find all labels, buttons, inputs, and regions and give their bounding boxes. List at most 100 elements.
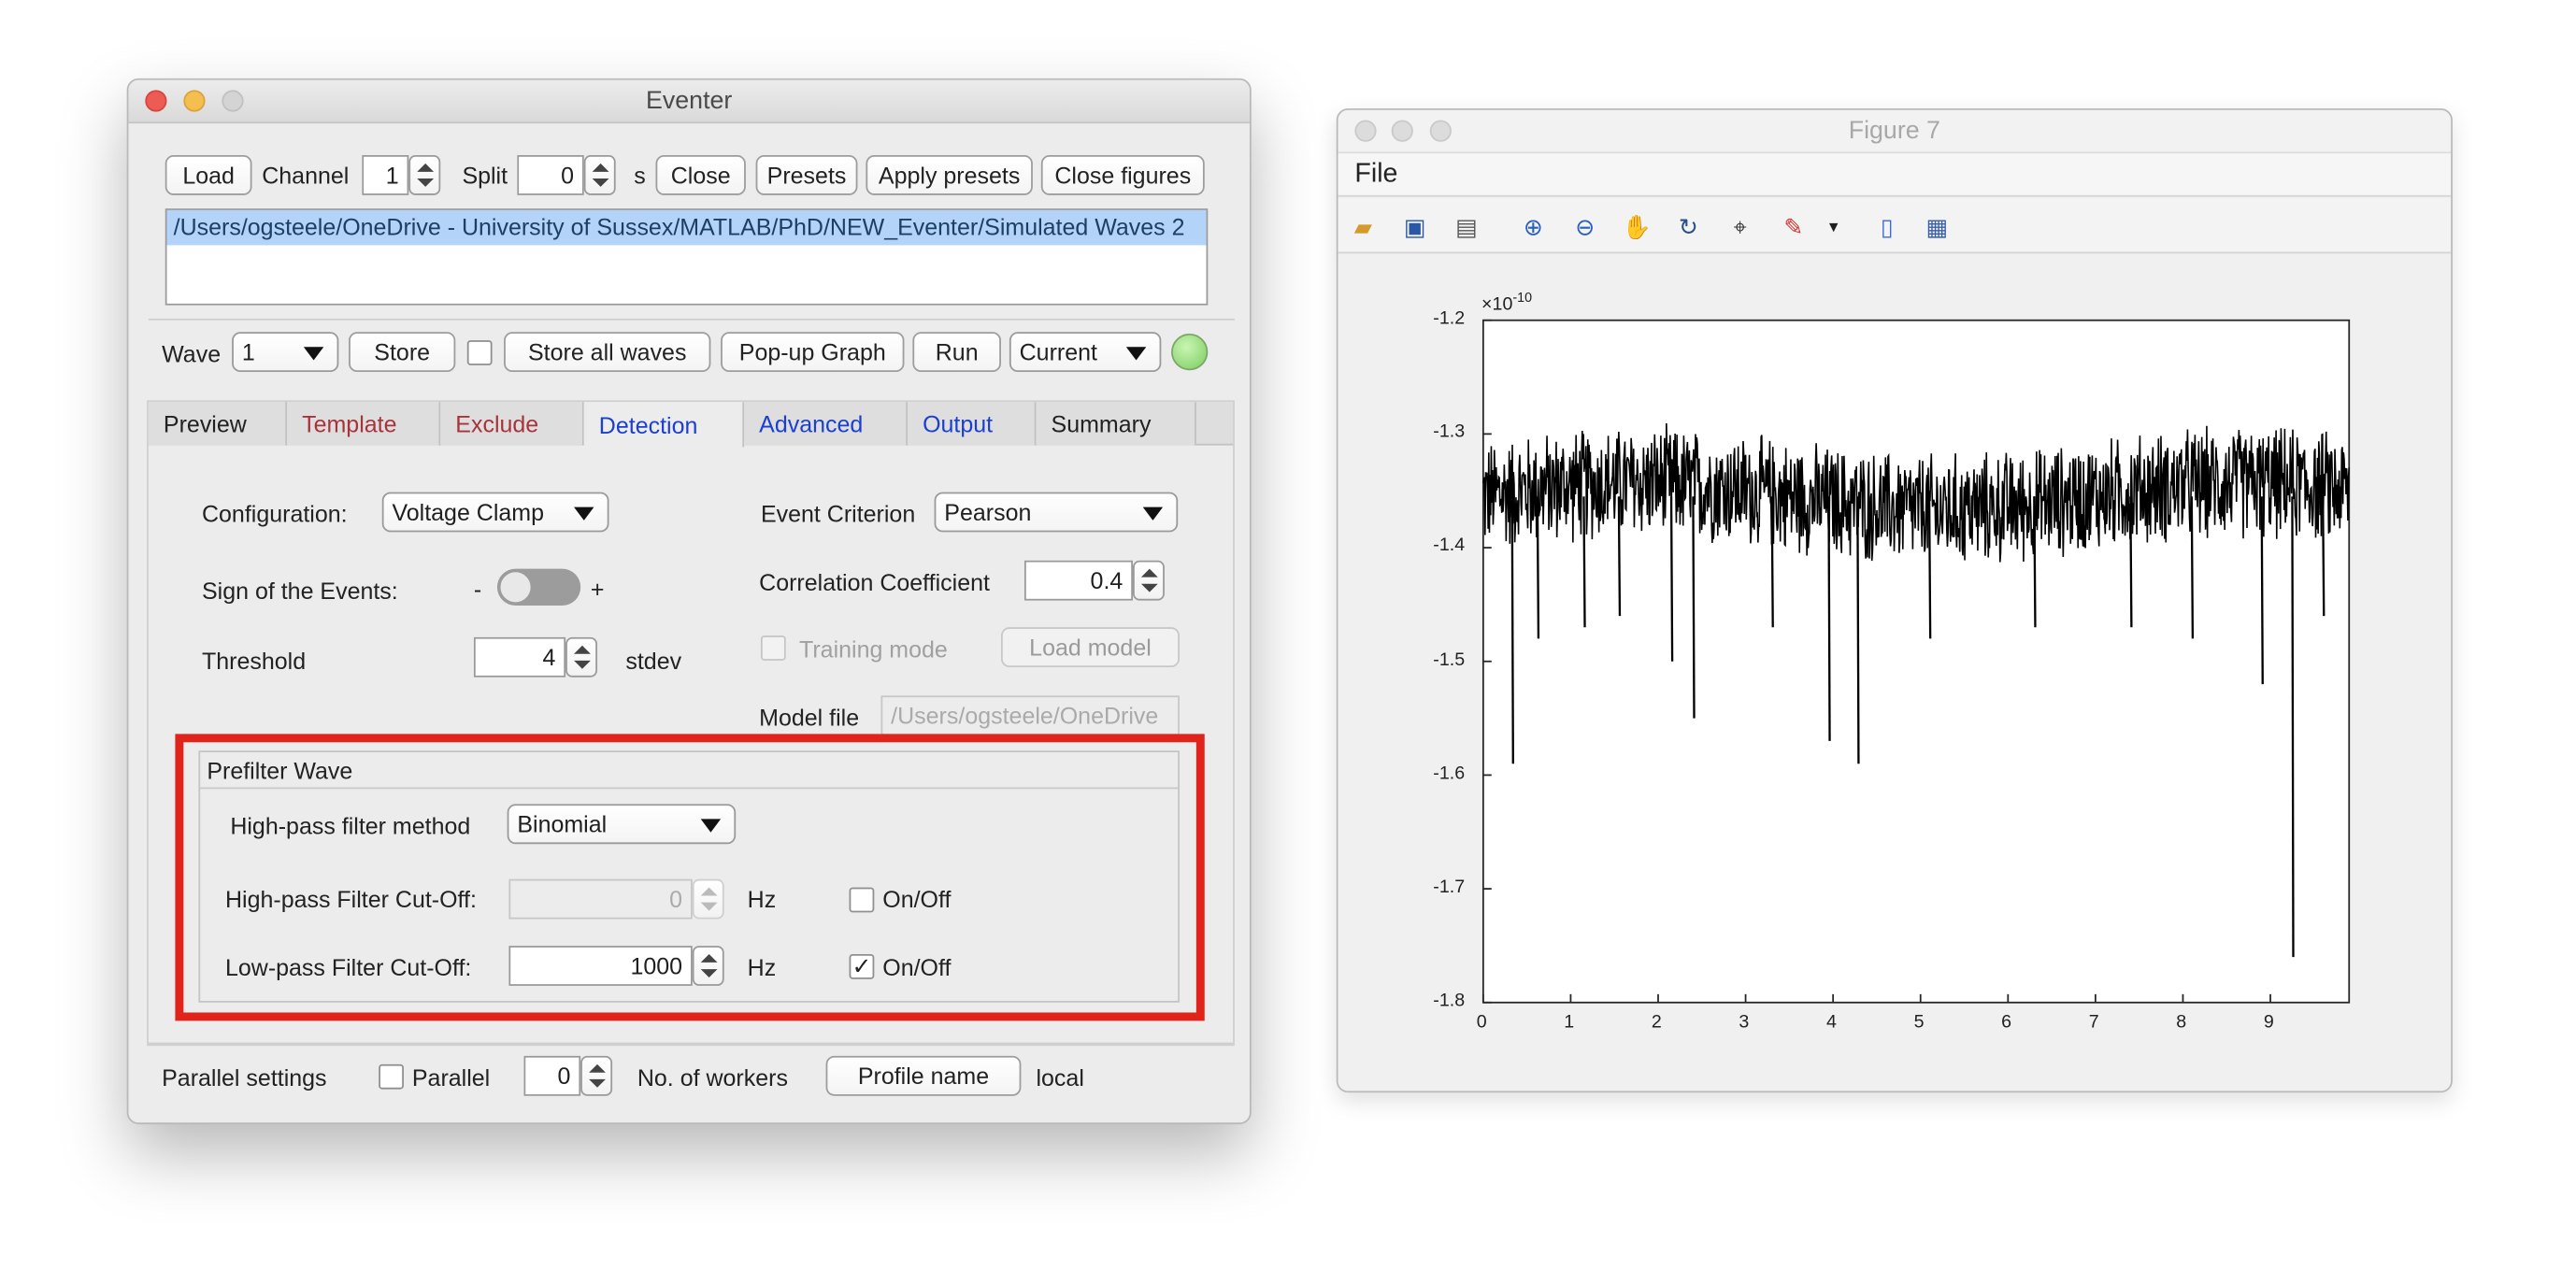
event-spike	[2190, 496, 2195, 639]
stepper-up-icon[interactable]	[417, 163, 435, 172]
file-list[interactable]: /Users/ogsteele/OneDrive - University of…	[165, 208, 1209, 306]
threshold-input[interactable]: 4	[473, 636, 566, 678]
brush-icon[interactable]: ✎	[1779, 212, 1809, 242]
chevron-down-icon	[700, 819, 722, 833]
threshold-stepper[interactable]	[565, 636, 598, 678]
x-tick-label: 5	[1913, 1012, 1925, 1033]
tab-summary[interactable]: Summary	[1036, 402, 1196, 446]
hp-onoff-checkbox[interactable]	[849, 887, 875, 913]
stepper-up-icon[interactable]	[592, 163, 609, 172]
zoom-out-icon[interactable]: ⊖	[1570, 212, 1600, 242]
pan-icon[interactable]: ✋	[1622, 212, 1652, 242]
print-icon[interactable]: ▤	[1452, 212, 1481, 242]
divider	[148, 318, 1235, 321]
x-tick-label: 6	[2001, 1012, 2012, 1033]
tab-output[interactable]: Output	[908, 402, 1037, 446]
figure-canvas: ×10-10 0 1 2 3 4 5 6 7 8 9 -1.2 -1.3 -1.4 -1.5 -1.6 -1.…	[1338, 255, 2452, 1091]
load-button[interactable]: Load	[165, 155, 252, 195]
file-list-item[interactable]: /Users/ogsteele/OneDrive - University of…	[166, 209, 1207, 246]
data-cursor-icon[interactable]: ⌖	[1725, 212, 1755, 242]
event-spike	[1856, 496, 1860, 764]
apply-presets-button[interactable]: Apply presets	[866, 155, 1033, 195]
run-button[interactable]: Run	[912, 332, 1001, 373]
wave-select[interactable]: 1	[232, 332, 339, 373]
wave-label: Wave	[162, 340, 222, 367]
event-spike	[1827, 496, 1831, 741]
stepper-up-icon[interactable]	[700, 887, 718, 896]
stepper-down-icon[interactable]	[417, 178, 435, 187]
close-button[interactable]: Close	[655, 155, 746, 195]
figure-window: Figure 7 File ▰ ▣ ▤ ⊕ ⊖ ✋ ↻ ⌖ ✎ ▼ ▯ ▦ ×1…	[1336, 108, 2453, 1093]
stepper-down-icon[interactable]	[700, 902, 718, 911]
split-stepper[interactable]	[583, 155, 616, 195]
x-tick-label: 4	[1825, 1012, 1837, 1033]
model-file-input[interactable]: /Users/ogsteele/OneDrive	[880, 695, 1180, 736]
store-all-checkbox[interactable]	[466, 340, 493, 365]
stepper-up-icon[interactable]	[700, 954, 718, 963]
tab-template[interactable]: Template	[287, 402, 441, 446]
channel-stepper[interactable]	[408, 155, 441, 195]
stepper-up-icon[interactable]	[1140, 568, 1158, 578]
stepper-down-icon[interactable]	[592, 178, 609, 187]
stepper-up-icon[interactable]	[589, 1063, 606, 1073]
lp-cutoff-input[interactable]: 1000	[508, 946, 693, 986]
mode-select[interactable]: Current	[1009, 332, 1162, 373]
hp-cutoff-input[interactable]: 0	[508, 878, 693, 920]
split-input[interactable]: 0	[517, 155, 584, 195]
lp-onoff-checkbox[interactable]: ✓	[849, 954, 875, 979]
x-tick-label: 9	[2263, 1012, 2274, 1033]
criterion-select[interactable]: Pearson	[934, 492, 1179, 533]
event-spike	[1510, 496, 1514, 764]
tab-label: Detection	[598, 410, 698, 438]
y-tick-label: -1.8	[1433, 991, 1466, 1011]
stepper-down-icon[interactable]	[700, 969, 718, 977]
tab-label: Summary	[1051, 410, 1152, 437]
event-spike	[1770, 496, 1774, 628]
configuration-select[interactable]: Voltage Clamp	[381, 492, 609, 533]
zoom-in-icon[interactable]: ⊕	[1518, 212, 1548, 242]
presets-button[interactable]: Presets	[755, 155, 858, 195]
tab-advanced[interactable]: Advanced	[744, 402, 909, 446]
legend-icon[interactable]: ▦	[1922, 212, 1952, 242]
open-icon[interactable]: ▰	[1348, 212, 1378, 242]
toggle-knob[interactable]	[500, 572, 531, 603]
workers-input[interactable]: 0	[523, 1055, 581, 1096]
chevron-down-icon[interactable]: ▼	[1819, 212, 1849, 242]
store-all-waves-button[interactable]: Store all waves	[504, 332, 711, 373]
stepper-down-icon[interactable]	[574, 660, 591, 669]
save-icon[interactable]: ▣	[1400, 212, 1430, 242]
close-figures-button[interactable]: Close figures	[1040, 155, 1205, 195]
rotate-icon[interactable]: ↻	[1673, 212, 1703, 242]
workers-stepper[interactable]	[580, 1055, 613, 1096]
stepper-up-icon[interactable]	[574, 645, 591, 654]
profile-name-button[interactable]: Profile name	[825, 1055, 1022, 1096]
correlation-stepper[interactable]	[1133, 560, 1165, 601]
split-unit: s	[634, 162, 646, 189]
menu-file[interactable]: File	[1354, 160, 1397, 190]
correlation-input[interactable]: 0.4	[1023, 560, 1134, 601]
trace-plot[interactable]	[1338, 255, 2452, 1091]
status-indicator	[1171, 333, 1209, 371]
chevron-down-icon	[1142, 506, 1164, 521]
tab-preview[interactable]: Preview	[148, 402, 288, 446]
stepper-down-icon[interactable]	[589, 1078, 606, 1088]
y-tick-label: -1.2	[1433, 308, 1466, 329]
load-model-button[interactable]: Load model	[1000, 627, 1180, 667]
lp-cutoff-stepper[interactable]	[692, 946, 724, 986]
tab-label: Template	[302, 410, 397, 437]
tab-exclude[interactable]: Exclude	[440, 402, 584, 446]
tab-label: Advanced	[759, 410, 864, 437]
hp-method-select[interactable]: Binomial	[507, 804, 737, 845]
stepper-down-icon[interactable]	[1140, 583, 1158, 592]
colorbar-icon[interactable]: ▯	[1872, 212, 1902, 242]
hp-cutoff-stepper[interactable]	[692, 878, 724, 920]
x-tick-label: 8	[2176, 1012, 2187, 1033]
store-button[interactable]: Store	[349, 332, 456, 373]
parallel-checkbox[interactable]	[379, 1063, 404, 1090]
plot-area[interactable]	[1481, 319, 2351, 1004]
popup-graph-button[interactable]: Pop-up Graph	[721, 332, 905, 373]
sign-toggle[interactable]	[496, 568, 581, 606]
tab-detection[interactable]: Detection	[583, 402, 745, 448]
channel-input[interactable]: 1	[362, 155, 409, 195]
training-mode-checkbox[interactable]	[760, 635, 786, 661]
